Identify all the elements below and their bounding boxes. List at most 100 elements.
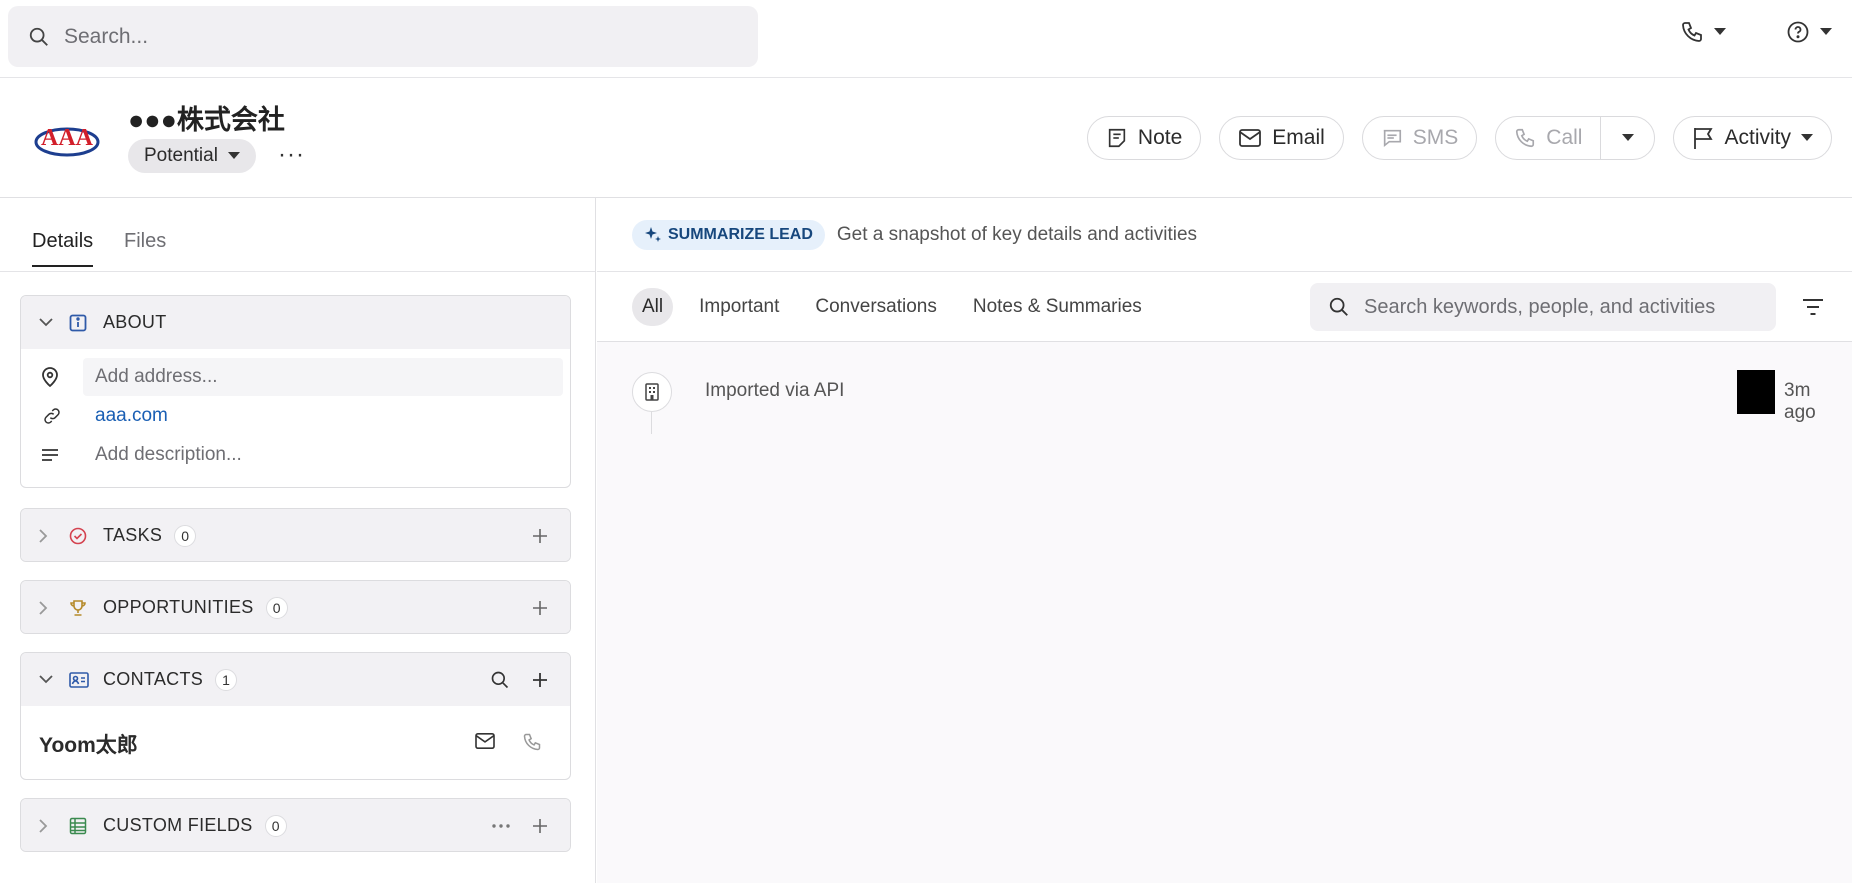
contacts-count-badge: 1 [215,668,238,691]
custom-fields-count-badge: 0 [264,814,287,837]
contact-email-button[interactable] [474,732,496,752]
details-panel: Details Files ABOUT Add address... aaa.c… [0,198,596,883]
help-menu-button[interactable] [1786,20,1832,44]
company-logo: AAA [34,120,100,160]
call-button[interactable]: Call [1496,117,1600,159]
sms-label: SMS [1412,126,1459,149]
contact-name[interactable]: Yoom太郎 [39,729,138,759]
task-check-icon [69,527,91,545]
mail-icon [1238,128,1262,148]
help-icon [1786,20,1810,44]
activity-filter-bar: All Important Conversations Notes & Summ… [597,272,1852,342]
custom-fields-more-button[interactable] [492,823,510,828]
note-icon [1106,127,1128,149]
activity-button[interactable]: Activity [1673,116,1832,160]
add-task-button[interactable] [532,528,548,544]
more-options-button[interactable]: ··· [278,140,305,170]
add-opportunity-button[interactable] [532,600,548,616]
tab-details[interactable]: Details [32,230,94,267]
chevron-down-icon [1820,28,1832,36]
about-title: ABOUT [103,312,167,332]
chevron-right-icon [39,818,55,833]
summarize-description: Get a snapshot of key details and activi… [836,223,1198,245]
action-buttons: Note Email SMS Call Activity [1086,116,1832,160]
activity-panel: SUMMARIZE LEAD Get a snapshot of key det… [597,198,1852,883]
summarize-lead-button[interactable]: SUMMARIZE LEAD [632,219,825,250]
tasks-count-badge: 0 [174,524,197,547]
chevron-down-icon [1621,134,1634,142]
building-icon [632,372,672,412]
info-icon [69,314,91,332]
chevron-down-icon [39,675,55,684]
filter-tab-all[interactable]: All [632,287,674,326]
text-lines-icon [41,448,61,462]
filter-tab-notes-summaries[interactable]: Notes & Summaries [973,296,1142,318]
global-search-input[interactable] [64,24,714,49]
filter-icon[interactable] [1802,298,1824,316]
tasks-header[interactable]: TASKS 0 [21,509,570,561]
chat-icon [1381,127,1403,149]
filter-tab-conversations[interactable]: Conversations [815,296,936,318]
phone-menu-button[interactable] [1680,20,1726,44]
call-button-group: Call [1495,116,1656,160]
search-icon [28,26,50,48]
email-label: Email [1272,126,1325,149]
filter-tab-important[interactable]: Important [699,296,779,318]
call-options-button[interactable] [1600,117,1654,159]
chevron-right-icon [39,600,55,615]
add-custom-field-button[interactable] [532,818,548,834]
add-contact-button[interactable] [532,672,548,688]
opportunities-count-badge: 0 [265,596,288,619]
phone-icon [1680,20,1704,44]
activity-feed-item[interactable]: Imported via API 3m ago [632,370,1827,434]
activity-timestamp: 3m ago [1784,380,1816,423]
note-label: Note [1137,126,1183,149]
company-name: ●●●株式会社 [128,105,285,135]
description-row: Add description... [21,435,570,474]
about-section: ABOUT Add address... aaa.com Add descrip… [20,295,571,488]
chevron-down-icon [1714,28,1726,36]
chevron-right-icon [39,528,55,543]
website-row: aaa.com [21,396,570,435]
record-header: AAA ●●●株式会社 Potential ··· Note Email SMS [0,78,1852,198]
location-pin-icon [41,366,61,387]
opportunities-title: OPPORTUNITIES [103,597,254,617]
custom-fields-title: CUSTOM FIELDS [103,815,253,835]
description-field[interactable]: Add description... [83,436,563,474]
avatar [1737,370,1775,414]
contact-card-icon [69,671,91,688]
activity-search[interactable] [1310,283,1776,331]
website-link[interactable]: aaa.com [83,405,168,427]
status-label: Potential [144,145,218,166]
status-dropdown[interactable]: Potential [128,139,256,173]
trophy-icon [69,599,91,617]
call-label: Call [1546,126,1583,149]
summarize-bar: SUMMARIZE LEAD Get a snapshot of key det… [597,198,1852,272]
chevron-down-icon [1801,134,1813,142]
custom-fields-section: CUSTOM FIELDS 0 [20,798,571,852]
top-bar [0,0,1852,78]
details-tabs: Details Files [0,198,595,272]
tasks-section: TASKS 0 [20,508,571,562]
sms-button[interactable]: SMS [1361,116,1478,160]
timeline-connector [651,412,652,434]
note-button[interactable]: Note [1086,116,1202,160]
about-header[interactable]: ABOUT [21,296,570,349]
phone-icon [1514,127,1536,149]
contact-list-item[interactable]: Yoom太郎 [21,706,570,779]
activity-search-input[interactable] [1364,295,1764,319]
table-icon [69,817,91,835]
contacts-header[interactable]: CONTACTS 1 [21,653,570,706]
custom-fields-header[interactable]: CUSTOM FIELDS 0 [21,799,570,851]
email-button[interactable]: Email [1219,116,1344,160]
chevron-down-icon [227,152,240,160]
tasks-title: TASKS [103,525,163,545]
svg-text:AAA: AAA [41,125,94,151]
global-search[interactable] [8,6,758,67]
activity-label: Activity [1724,126,1791,149]
opportunities-header[interactable]: OPPORTUNITIES 0 [21,581,570,633]
search-contacts-button[interactable] [490,670,510,690]
contact-call-button[interactable] [522,732,542,752]
address-field[interactable]: Add address... [83,357,563,396]
tab-files[interactable]: Files [124,230,166,253]
